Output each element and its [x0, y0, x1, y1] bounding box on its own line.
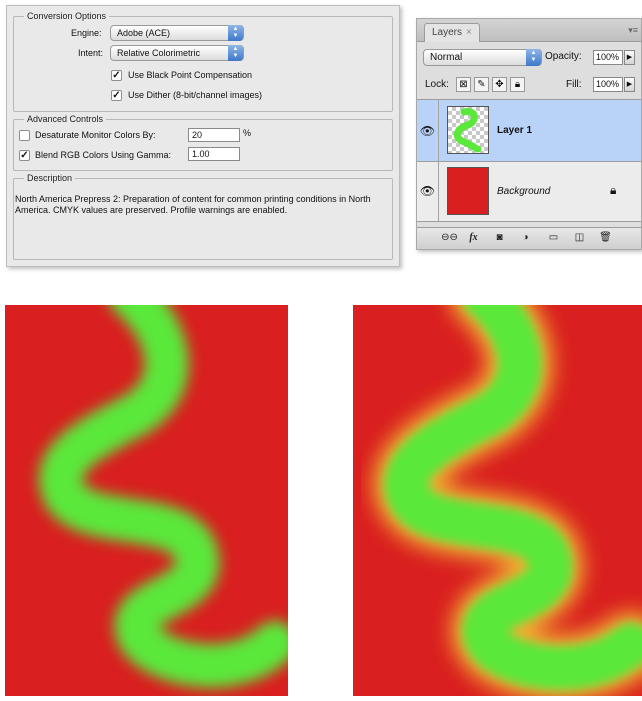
- conversion-options-title: Conversion Options: [24, 11, 110, 22]
- description-text: North America Prepress 2: Preparation of…: [15, 194, 371, 215]
- black-point-checkbox[interactable]: ✓: [111, 70, 122, 81]
- eye-icon[interactable]: 👁︎: [417, 100, 439, 161]
- lock-icon: 🔒︎: [610, 183, 617, 197]
- select-arrows-icon: ▲ ▼: [228, 45, 243, 61]
- adjustment-icon[interactable]: ◑: [517, 231, 534, 245]
- desaturate-input[interactable]: 20: [188, 128, 240, 142]
- lock-label: Lock:: [425, 79, 449, 90]
- tab-layers[interactable]: Layers ×: [424, 23, 480, 42]
- opacity-slider-arrow-icon[interactable]: ▶: [624, 50, 635, 65]
- blurred-squiggle-gamma: [373, 305, 642, 696]
- desaturate-checkbox[interactable]: [19, 130, 30, 141]
- fill-slider-arrow-icon[interactable]: ▶: [624, 77, 635, 92]
- select-arrows-icon: ▲ ▼: [228, 25, 243, 41]
- layers-panel: Layers × ▾≡ Normal ▲ ▼ Opacity: 100% ▶ Loc…: [416, 18, 642, 250]
- layer-name: Background: [497, 186, 551, 197]
- opacity-label: Opacity:: [545, 51, 582, 62]
- description-group: Description: [13, 173, 393, 260]
- description-title: Description: [24, 173, 76, 184]
- canvas-blur-normal: [5, 305, 288, 696]
- layers-tab-bar: Layers × ▾≡: [417, 19, 641, 42]
- canvas-blur-gamma: [353, 305, 642, 696]
- group-icon[interactable]: ▭: [545, 231, 562, 245]
- lock-move-icon[interactable]: ✥: [492, 77, 507, 92]
- lock-brush-icon[interactable]: ✎: [474, 77, 489, 92]
- dither-label: Use Dither (8-bit/channel images): [128, 90, 263, 100]
- layer-row-background[interactable]: 👁︎ Background 🔒︎: [417, 162, 641, 222]
- blend-mode-select[interactable]: Normal ▲ ▼: [423, 49, 542, 66]
- mask-icon[interactable]: ◙: [491, 231, 508, 245]
- engine-select[interactable]: Adobe (ACE) ▲ ▼: [110, 25, 244, 41]
- blend-gamma-checkbox[interactable]: ✓: [19, 150, 30, 161]
- layers-bottom-toolbar: ⊖⊖ fx ◙ ◑ ▭ ◫ 🗑︎: [417, 227, 641, 249]
- intent-label: Intent:: [78, 48, 104, 58]
- blend-gamma-label: Blend RGB Colors Using Gamma:: [35, 150, 172, 160]
- close-icon[interactable]: ×: [466, 27, 472, 38]
- color-settings-dialog: Conversion Options Engine: Adobe (ACE) ▲…: [6, 5, 400, 267]
- trash-icon[interactable]: 🗑︎: [597, 231, 614, 245]
- desaturate-label: Desaturate Monitor Colors By:: [35, 130, 156, 140]
- fill-label: Fill:: [566, 79, 582, 90]
- lock-all-icon[interactable]: 🔒︎: [510, 77, 525, 92]
- select-arrows-icon: ▲ ▼: [526, 49, 541, 66]
- percent-unit: %: [243, 128, 252, 138]
- dither-checkbox[interactable]: ✓: [111, 90, 122, 101]
- intent-select[interactable]: Relative Colorimetric ▲ ▼: [110, 45, 244, 61]
- engine-label: Engine:: [71, 28, 102, 38]
- link-icon[interactable]: ⊖⊖: [441, 231, 458, 245]
- eye-icon[interactable]: 👁︎: [417, 162, 439, 221]
- new-layer-icon[interactable]: ◫: [571, 231, 588, 245]
- layer-row-layer-1[interactable]: 👁︎ Layer 1: [417, 99, 641, 162]
- lock-transparent-icon[interactable]: ⊠: [456, 77, 471, 92]
- advanced-controls-group: Advanced Controls: [13, 114, 393, 171]
- layer-thumbnail: [447, 106, 489, 154]
- blend-gamma-input[interactable]: 1.00: [188, 147, 240, 161]
- layer-thumbnail: [447, 167, 489, 215]
- advanced-controls-title: Advanced Controls: [24, 114, 107, 125]
- black-point-label: Use Black Point Compensation: [128, 70, 253, 80]
- blurred-squiggle-normal: [38, 305, 288, 688]
- panel-menu-icon[interactable]: ▾≡: [628, 25, 638, 36]
- layer-name: Layer 1: [497, 125, 533, 136]
- squiggle-thumbnail: [453, 108, 482, 153]
- opacity-input[interactable]: 100%: [593, 50, 623, 65]
- fx-icon[interactable]: fx: [465, 231, 482, 245]
- fill-input[interactable]: 100%: [593, 77, 623, 92]
